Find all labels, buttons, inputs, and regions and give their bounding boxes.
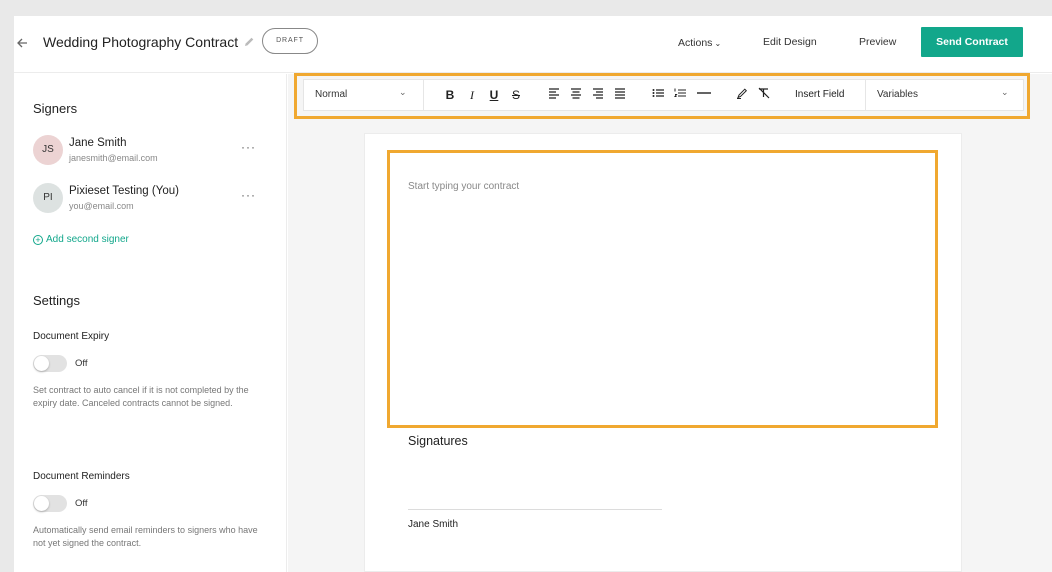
signer-name: Jane Smith [69,137,127,149]
status-badge: DRAFT [262,28,318,54]
variables-select[interactable]: Variables [877,89,918,101]
toggle-knob [34,496,49,511]
add-signer-label: Add second signer [46,234,129,245]
document-reminders-toggle[interactable] [33,495,67,512]
editor-toolbar: Normal ⌄ B I U S Insert Field Variables … [303,79,1024,111]
document-expiry-toggle[interactable] [33,355,67,372]
bold-button[interactable]: B [443,87,457,103]
insert-field-button[interactable]: Insert Field [795,89,844,101]
strikethrough-button[interactable]: S [509,87,523,103]
edit-design-link[interactable]: Edit Design [763,35,817,49]
actions-label: Actions [678,37,713,49]
numbered-list-icon[interactable] [673,87,687,103]
back-arrow-icon[interactable] [16,33,30,53]
top-header: Wedding Photography Contract DRAFT Actio… [14,16,1052,73]
document-expiry-label: Document Expiry [33,331,110,342]
highlighter-icon[interactable] [735,87,749,103]
add-signer-button[interactable]: + Add second signer [33,233,129,247]
more-options-icon[interactable]: ··· [241,189,256,201]
chevron-down-icon: ⌄ [399,87,407,97]
document-reminders-label: Document Reminders [33,471,130,482]
horizontal-rule-icon[interactable] [697,87,711,103]
send-contract-button[interactable]: Send Contract [921,27,1023,57]
signature-name: Jane Smith [408,519,459,530]
contract-placeholder: Start typing your contract [408,181,520,192]
signature-line [408,509,662,510]
align-left-icon[interactable] [547,87,561,103]
document-reminders-state: Off [75,498,88,509]
document-reminders-description: Automatically send email reminders to si… [33,525,258,548]
text-style-select[interactable]: Normal [315,89,347,101]
underline-button[interactable]: U [487,87,501,103]
more-options-icon[interactable]: ··· [241,141,256,153]
document-expiry-state: Off [75,358,88,369]
avatar: JS [33,135,63,165]
bullet-list-icon[interactable] [651,87,665,103]
clear-formatting-icon[interactable] [757,87,771,103]
align-justify-icon[interactable] [613,87,627,103]
actions-menu[interactable]: Actions ⌄ [678,36,721,51]
toolbar-divider [865,80,866,110]
signer-name: Pixieset Testing (You) [69,185,179,197]
chevron-down-icon: ⌄ [714,39,722,48]
chevron-down-icon: ⌄ [1001,87,1009,97]
page-title: Wedding Photography Contract [43,34,239,50]
pencil-icon[interactable] [243,35,255,47]
settings-heading: Settings [33,293,80,308]
align-center-icon[interactable] [569,87,583,103]
signers-heading: Signers [33,101,78,116]
toggle-knob [34,356,49,371]
preview-link[interactable]: Preview [859,35,896,49]
sidebar: Signers JS Jane Smith janesmith@email.co… [14,74,287,572]
signer-item: PI Pixieset Testing (You) you@email.com … [33,183,263,217]
signatures-heading: Signatures [408,434,468,448]
plus-circle-icon: + [33,235,43,245]
document-expiry-description: Set contract to auto cancel if it is not… [33,385,249,408]
toolbar-divider [423,80,424,110]
italic-button[interactable]: I [465,87,479,103]
align-right-icon[interactable] [591,87,605,103]
avatar: PI [33,183,63,213]
signer-item: JS Jane Smith janesmith@email.com ··· [33,135,263,169]
signer-email: you@email.com [69,201,134,211]
app-window: Wedding Photography Contract DRAFT Actio… [14,16,1052,572]
signer-email: janesmith@email.com [69,153,158,163]
